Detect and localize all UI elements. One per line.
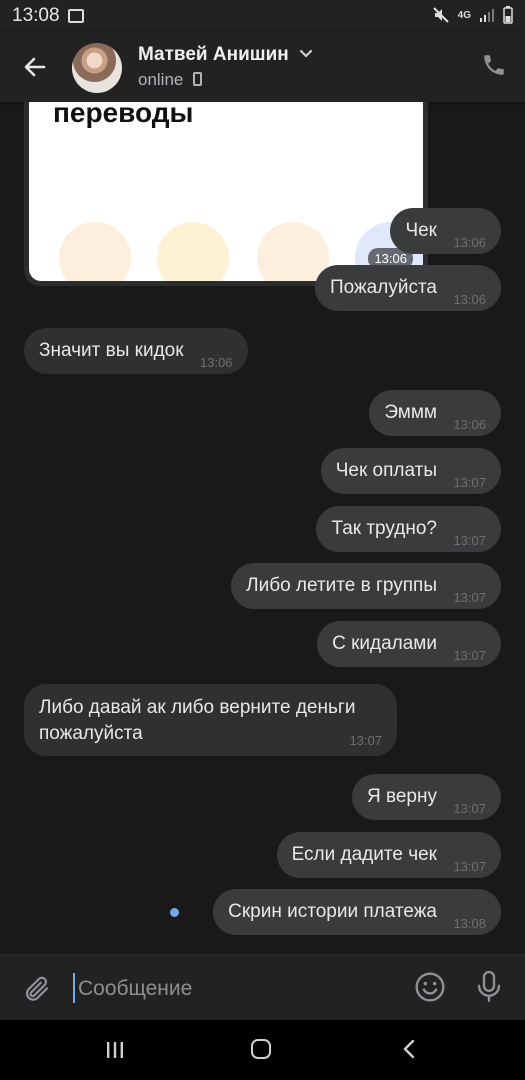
message-time: 13:07 [453,475,486,490]
gallery-notification-icon [67,9,84,23]
back-arrow-icon[interactable] [18,50,52,84]
outgoing-message[interactable]: Я верну 13:07 [351,774,501,820]
chat-header: Матвей Анишин online [0,32,525,102]
status-time: 13:08 [12,5,60,26]
outgoing-message[interactable]: Эммм 13:06 [369,390,501,436]
message-time: 13:06 [453,417,486,432]
nav-back-icon[interactable] [400,1038,418,1060]
message-time: 13:07 [453,801,486,816]
recent-apps-icon[interactable] [105,1040,125,1060]
message-text: Либо давай ак либо верните деньги пожалу… [39,697,356,744]
preview-circle-icon [157,222,229,281]
message-time: 13:07 [349,733,382,748]
home-icon[interactable] [251,1039,271,1059]
text-cursor [73,973,75,1003]
preview-circle-icon [59,222,131,281]
phone-call-icon[interactable] [481,52,507,78]
signal-icon [480,9,494,22]
preview-card-image: переводы 13:06 [29,102,423,281]
message-text: Либо летите в группы [246,575,437,596]
message-list[interactable]: переводы 13:06 Чек 13:06 Пожалуйста 13:0… [0,102,525,954]
message-time: 13:08 [453,916,486,931]
message-text: Значит вы кидок [39,340,184,361]
emoji-icon[interactable] [414,971,446,1003]
message-text: Скрин истории платежа [228,901,437,922]
message-time: 13:06 [453,235,486,250]
message-text: Если дадите чек [291,844,437,865]
mobile-device-icon [193,72,202,86]
preview-circle-icon [257,222,329,281]
status-icons: 4G [432,6,513,24]
outgoing-message[interactable]: Так трудно? 13:07 [316,506,501,552]
preview-card[interactable]: переводы 13:06 [24,102,428,286]
message-text: Пожалуйста [329,277,437,298]
message-text: Чек [405,220,437,241]
outgoing-message[interactable]: Чек 13:06 [390,208,501,254]
peer-name[interactable]: Матвей Анишин [138,44,289,66]
outgoing-message[interactable]: Чек оплаты 13:07 [320,448,501,494]
outgoing-message[interactable]: С кидалами 13:07 [317,621,501,667]
status-bar: 13:08 4G [0,0,525,32]
incoming-message[interactable]: Либо давай ак либо верните деньги пожалу… [24,684,397,756]
network-type: 4G [457,9,471,21]
mute-icon [432,7,449,23]
unread-indicator-icon [170,908,179,917]
message-time: 13:06 [453,292,486,307]
message-text: С кидалами [332,633,437,654]
message-text: Я верну [366,786,437,807]
chevron-down-icon[interactable] [298,48,314,60]
message-text: Эммм [384,402,437,423]
battery-icon [503,6,513,24]
avatar[interactable] [72,43,122,93]
outgoing-message[interactable]: Если дадите чек 13:07 [276,832,501,878]
peer-status: online [138,70,184,89]
message-time: 13:07 [453,533,486,548]
message-text: Чек оплаты [335,460,437,481]
message-text: Так трудно? [331,518,437,539]
preview-card-title: переводы [53,102,194,128]
system-navigation-bar [0,1020,525,1080]
message-time: 13:07 [453,648,486,663]
outgoing-message[interactable]: Пожалуйста 13:06 [314,265,501,311]
outgoing-message[interactable]: Скрин истории платежа 13:08 [213,889,501,935]
microphone-icon[interactable] [474,969,504,1005]
message-time: 13:07 [453,590,486,605]
message-time: 13:07 [453,859,486,874]
message-composer [0,954,525,1021]
message-time: 13:06 [200,355,233,370]
message-input[interactable] [76,971,380,1007]
incoming-message[interactable]: Значит вы кидок 13:06 [24,328,248,374]
outgoing-message[interactable]: Либо летите в группы 13:07 [231,563,501,609]
paperclip-icon[interactable] [22,973,52,1005]
